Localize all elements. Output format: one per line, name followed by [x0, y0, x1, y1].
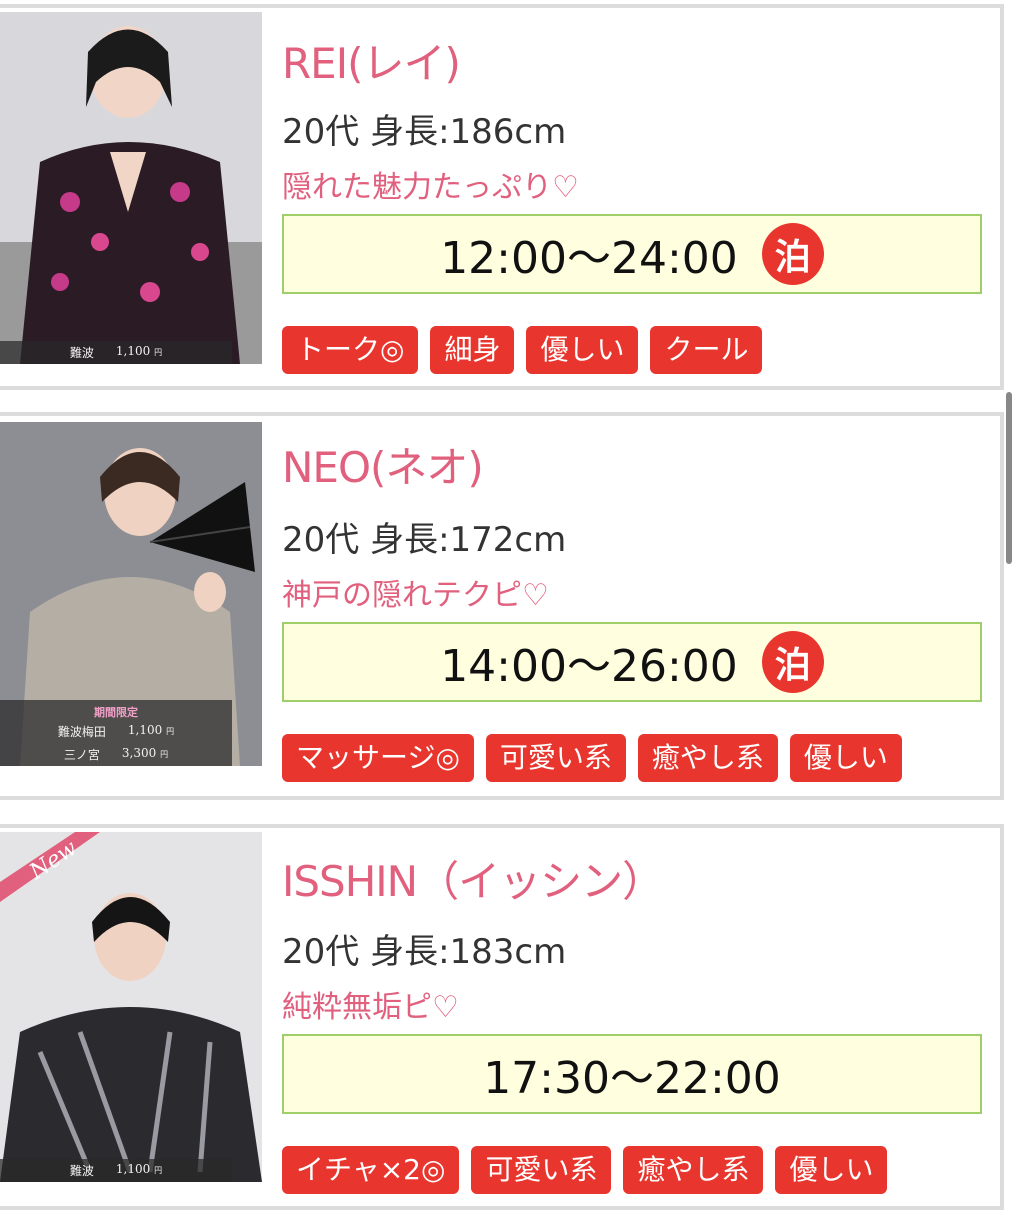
price-overlay: 難波 1,100 円	[0, 341, 232, 364]
schedule-time: 14:00～26:00	[440, 641, 738, 692]
profile-info: 20代 身長:186cm	[282, 112, 567, 152]
tag: 癒やし系	[637, 734, 778, 782]
schedule-time: 17:30～22:00	[483, 1053, 781, 1104]
price-amount: 1,100 円	[115, 1162, 163, 1176]
profile-photo-image: New	[0, 832, 262, 1182]
tag: 優しい	[775, 1146, 888, 1194]
profile-photo-image	[0, 12, 262, 364]
profile-name[interactable]: REI(レイ)	[282, 30, 461, 91]
profile-photo[interactable]: 期間限定 難波梅田 1,100 円 三ノ宮 3,300 円	[0, 422, 262, 766]
profile-name[interactable]: NEO(ネオ)	[282, 434, 484, 495]
tag-list: トーク◎ 細身 優しい クール	[282, 326, 763, 374]
tag-list: マッサージ◎ 可愛い系 癒やし系 優しい	[282, 734, 902, 782]
tag-list: イチャ×2◎ 可愛い系 癒やし系 優しい	[282, 1146, 888, 1194]
tag: 可愛い系	[471, 1146, 612, 1194]
scrollbar-thumb[interactable]	[1006, 392, 1012, 564]
tag: クール	[650, 326, 763, 374]
price-row: 難波梅田 1,100 円	[0, 720, 232, 743]
tag: 可愛い系	[485, 734, 626, 782]
price-row: 難波 1,100 円	[0, 1159, 232, 1182]
schedule-box: 17:30～22:00	[282, 1034, 982, 1114]
tag: トーク◎	[282, 326, 419, 374]
price-amount: 3,300 円	[121, 746, 169, 760]
tag: 優しい	[789, 734, 902, 782]
tag: マッサージ◎	[282, 734, 474, 782]
tag: 細身	[430, 326, 515, 374]
price-overlay: 期間限定 難波梅田 1,100 円 三ノ宮 3,300 円	[0, 700, 232, 766]
tag: 優しい	[526, 326, 639, 374]
price-overlay: 難波 1,100 円	[0, 1159, 232, 1182]
price-amount: 1,100 円	[115, 344, 163, 358]
price-amount: 1,100 円	[127, 723, 175, 737]
profile-card-isshin[interactable]: New 難波 1,100 円 ISSHIN（イッシン） 20代 身長:183cm…	[0, 824, 1004, 1210]
profile-name[interactable]: ISSHIN（イッシン）	[282, 848, 664, 909]
profile-card-rei[interactable]: 難波 1,100 円 REI(レイ) 20代 身長:186cm 隠れた魅力たっぷ…	[0, 4, 1004, 390]
tag: イチャ×2◎	[282, 1146, 460, 1194]
price-area: 難波梅田	[57, 725, 106, 739]
price-area: 難波	[69, 1164, 94, 1178]
schedule-time: 12:00～24:00	[440, 233, 738, 284]
profile-catchphrase: 隠れた魅力たっぷり♡	[282, 170, 579, 205]
profile-catchphrase: 純粋無垢ピ♡	[282, 990, 459, 1025]
limited-label: 期間限定	[94, 706, 138, 719]
price-area: 三ノ宮	[63, 748, 100, 762]
profile-photo[interactable]: New 難波 1,100 円	[0, 832, 262, 1182]
profile-card-neo[interactable]: 期間限定 難波梅田 1,100 円 三ノ宮 3,300 円 NEO(ネオ) 20…	[0, 412, 1004, 800]
price-row: 三ノ宮 3,300 円	[0, 743, 232, 766]
overnight-badge: 泊	[761, 223, 824, 285]
profile-photo[interactable]: 難波 1,100 円	[0, 12, 262, 364]
profile-catchphrase: 神戸の隠れテクピ♡	[282, 578, 549, 613]
tag: 癒やし系	[623, 1146, 764, 1194]
profile-info: 20代 身長:183cm	[282, 932, 567, 972]
profile-info: 20代 身長:172cm	[282, 520, 567, 560]
schedule-box: 12:00～24:00 泊	[282, 214, 982, 294]
price-area: 難波	[69, 346, 94, 360]
overnight-badge: 泊	[761, 631, 824, 693]
schedule-box: 14:00～26:00 泊	[282, 622, 982, 702]
price-row: 難波 1,100 円	[0, 341, 232, 364]
